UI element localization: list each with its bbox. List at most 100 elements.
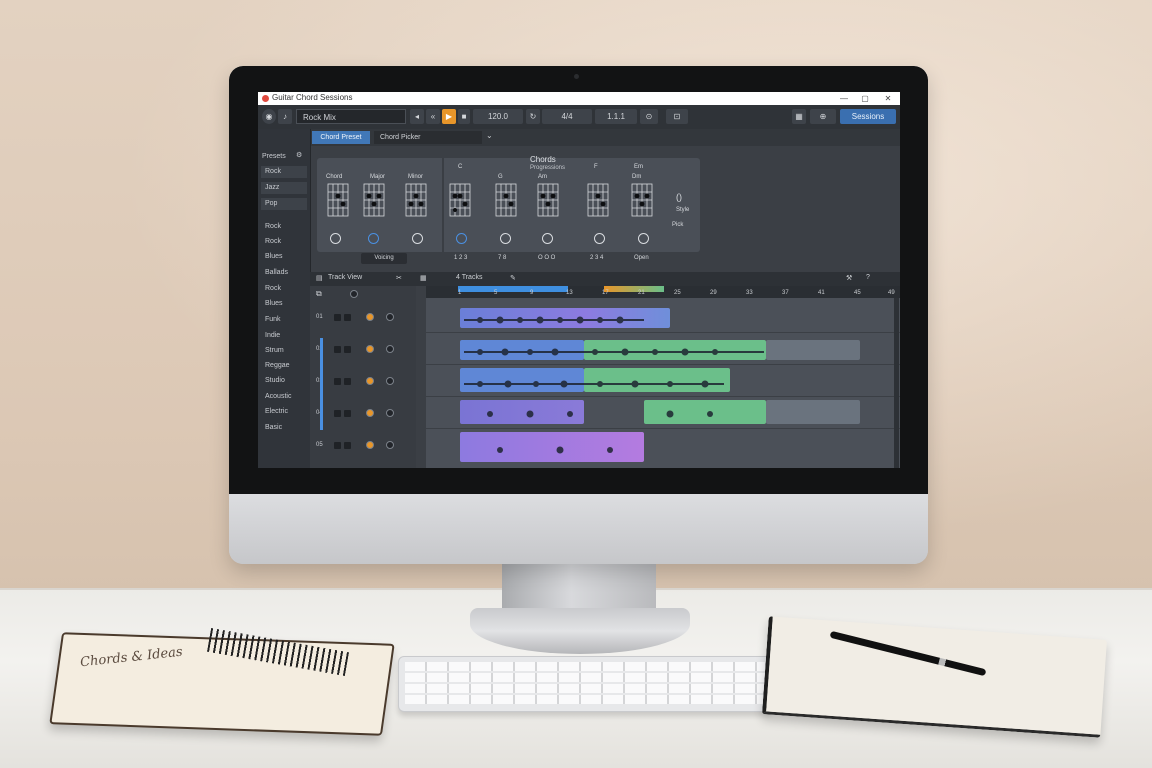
timeline-ruler[interactable]: 1 5 9 13 17 21 25 29 33 37 41 45 49 bbox=[426, 286, 900, 298]
marker-region[interactable] bbox=[604, 286, 664, 292]
sidebar-item[interactable]: Rock bbox=[261, 283, 307, 295]
tone-knob[interactable] bbox=[368, 233, 379, 244]
sidebar-item[interactable]: Reggae bbox=[261, 360, 307, 372]
wrench-icon[interactable]: ⚒ bbox=[846, 274, 852, 282]
volume-knob[interactable] bbox=[330, 233, 341, 244]
chord-diagram[interactable] bbox=[630, 182, 654, 218]
track-row[interactable]: 02 bbox=[314, 336, 414, 364]
position-readout[interactable]: 1.1.1 bbox=[595, 109, 637, 124]
zoom-icon[interactable]: ⊕ bbox=[810, 109, 836, 124]
chevron-down-icon[interactable]: ⌄ bbox=[486, 131, 493, 140]
pan-knob[interactable] bbox=[386, 377, 394, 385]
record-arm-button[interactable] bbox=[366, 409, 374, 417]
track-controls-icon[interactable]: ⧉ bbox=[316, 289, 322, 299]
reverb-knob[interactable] bbox=[412, 233, 423, 244]
preset-select[interactable]: Chord Picker bbox=[374, 131, 482, 144]
close-button[interactable]: ✕ bbox=[878, 92, 898, 105]
track-row[interactable]: 04 bbox=[314, 400, 414, 428]
delay-knob[interactable] bbox=[594, 233, 605, 244]
cut-icon[interactable]: ✂ bbox=[396, 274, 402, 282]
grid-icon[interactable]: ▦ bbox=[420, 274, 427, 282]
record-icon[interactable]: ◉ bbox=[262, 109, 276, 124]
pan-knob[interactable] bbox=[386, 409, 394, 417]
mute-button[interactable] bbox=[334, 378, 341, 385]
sidebar-item[interactable]: Indie bbox=[261, 330, 307, 342]
solo-button[interactable] bbox=[344, 378, 351, 385]
stop-button[interactable]: ■ bbox=[458, 109, 470, 124]
pan-knob[interactable] bbox=[386, 345, 394, 353]
pan-knob[interactable] bbox=[386, 313, 394, 321]
track-row[interactable]: 03 bbox=[314, 368, 414, 396]
sidebar-item[interactable]: Ballads bbox=[261, 267, 307, 279]
sidebar-item[interactable]: Rock bbox=[261, 236, 307, 248]
sidebar-settings-icon[interactable]: ⚙ bbox=[296, 151, 302, 159]
mix-knob[interactable] bbox=[638, 233, 649, 244]
chord-diagram[interactable] bbox=[362, 182, 386, 218]
drive-knob[interactable] bbox=[456, 233, 467, 244]
prev-icon[interactable]: « bbox=[426, 109, 440, 124]
sidebar-item[interactable]: Jazz bbox=[261, 182, 307, 194]
fret-label: 1 2 3 bbox=[454, 255, 468, 261]
record-arm-button[interactable] bbox=[366, 377, 374, 385]
play-button[interactable]: ▶ bbox=[442, 109, 456, 124]
sessions-button[interactable]: Sessions bbox=[840, 109, 896, 124]
chorus-knob[interactable] bbox=[542, 233, 553, 244]
gain-knob[interactable] bbox=[500, 233, 511, 244]
solo-button[interactable] bbox=[344, 442, 351, 449]
chord-diagram[interactable] bbox=[326, 182, 350, 218]
lock-icon[interactable]: ⊙ bbox=[640, 109, 658, 124]
tempo-readout[interactable]: 120.0 bbox=[473, 109, 523, 124]
solo-button[interactable] bbox=[344, 346, 351, 353]
edit-icon[interactable]: ✎ bbox=[510, 274, 516, 282]
sidebar-item[interactable]: Funk bbox=[261, 314, 307, 326]
record-arm-button[interactable] bbox=[366, 345, 374, 353]
minimize-button[interactable]: — bbox=[834, 92, 854, 105]
sidebar-item[interactable]: Electric bbox=[261, 406, 307, 418]
chord-diagram[interactable] bbox=[536, 182, 560, 218]
input-monitor-icon[interactable] bbox=[350, 290, 358, 298]
mute-button[interactable] bbox=[334, 442, 341, 449]
fret-label: 2 3 4 bbox=[590, 255, 604, 261]
grid-icon[interactable]: ▦ bbox=[792, 109, 806, 124]
solo-button[interactable] bbox=[344, 314, 351, 321]
back-icon[interactable]: ◂ bbox=[410, 109, 424, 124]
vertical-scrollbar[interactable] bbox=[894, 298, 899, 468]
list-icon[interactable]: ▤ bbox=[316, 274, 323, 282]
chord-diagram[interactable] bbox=[494, 182, 518, 218]
maximize-button[interactable]: ▢ bbox=[855, 92, 875, 105]
tab-chord-preset[interactable]: Chord Preset bbox=[312, 131, 370, 144]
strum-icon[interactable]: () bbox=[676, 192, 682, 202]
loop-icon[interactable]: ↻ bbox=[526, 109, 540, 124]
pan-knob[interactable] bbox=[386, 441, 394, 449]
sidebar-item[interactable]: Pop bbox=[261, 198, 307, 210]
help-icon[interactable]: ? bbox=[866, 274, 870, 281]
sidebar-item[interactable]: Rock bbox=[261, 221, 307, 233]
sidebar-item[interactable]: Studio bbox=[261, 375, 307, 387]
ruler-mark: 37 bbox=[782, 290, 789, 296]
sidebar-item[interactable]: Basic bbox=[261, 422, 307, 434]
chord-diagram[interactable] bbox=[586, 182, 610, 218]
chord-diagram[interactable] bbox=[404, 182, 428, 218]
loop-region[interactable] bbox=[458, 286, 568, 292]
sidebar-item[interactable]: Strum bbox=[261, 345, 307, 357]
track-row[interactable]: 05 bbox=[314, 432, 414, 460]
solo-button[interactable] bbox=[344, 410, 351, 417]
record-arm-button[interactable] bbox=[366, 313, 374, 321]
track-row[interactable]: 01 bbox=[314, 304, 414, 332]
search-input[interactable]: Rock Mix bbox=[296, 109, 406, 124]
metronome-icon[interactable]: ♪ bbox=[278, 109, 292, 124]
voicing-button[interactable]: Voicing bbox=[361, 253, 407, 264]
sidebar-item[interactable]: Rock bbox=[261, 166, 307, 178]
sidebar-item[interactable]: Blues bbox=[261, 298, 307, 310]
chord-diagram[interactable] bbox=[448, 182, 472, 218]
sidebar-item[interactable]: Blues bbox=[261, 251, 307, 263]
mute-button[interactable] bbox=[334, 314, 341, 321]
record-arm-button[interactable] bbox=[366, 441, 374, 449]
arranger-label: Track View bbox=[328, 274, 363, 281]
time-readout[interactable]: 4/4 bbox=[542, 109, 592, 124]
snap-icon[interactable]: ⊡ bbox=[666, 109, 688, 124]
mute-button[interactable] bbox=[334, 410, 341, 417]
mute-button[interactable] bbox=[334, 346, 341, 353]
sidebar-item[interactable]: Acoustic bbox=[261, 391, 307, 403]
style-label: Style bbox=[676, 207, 690, 213]
